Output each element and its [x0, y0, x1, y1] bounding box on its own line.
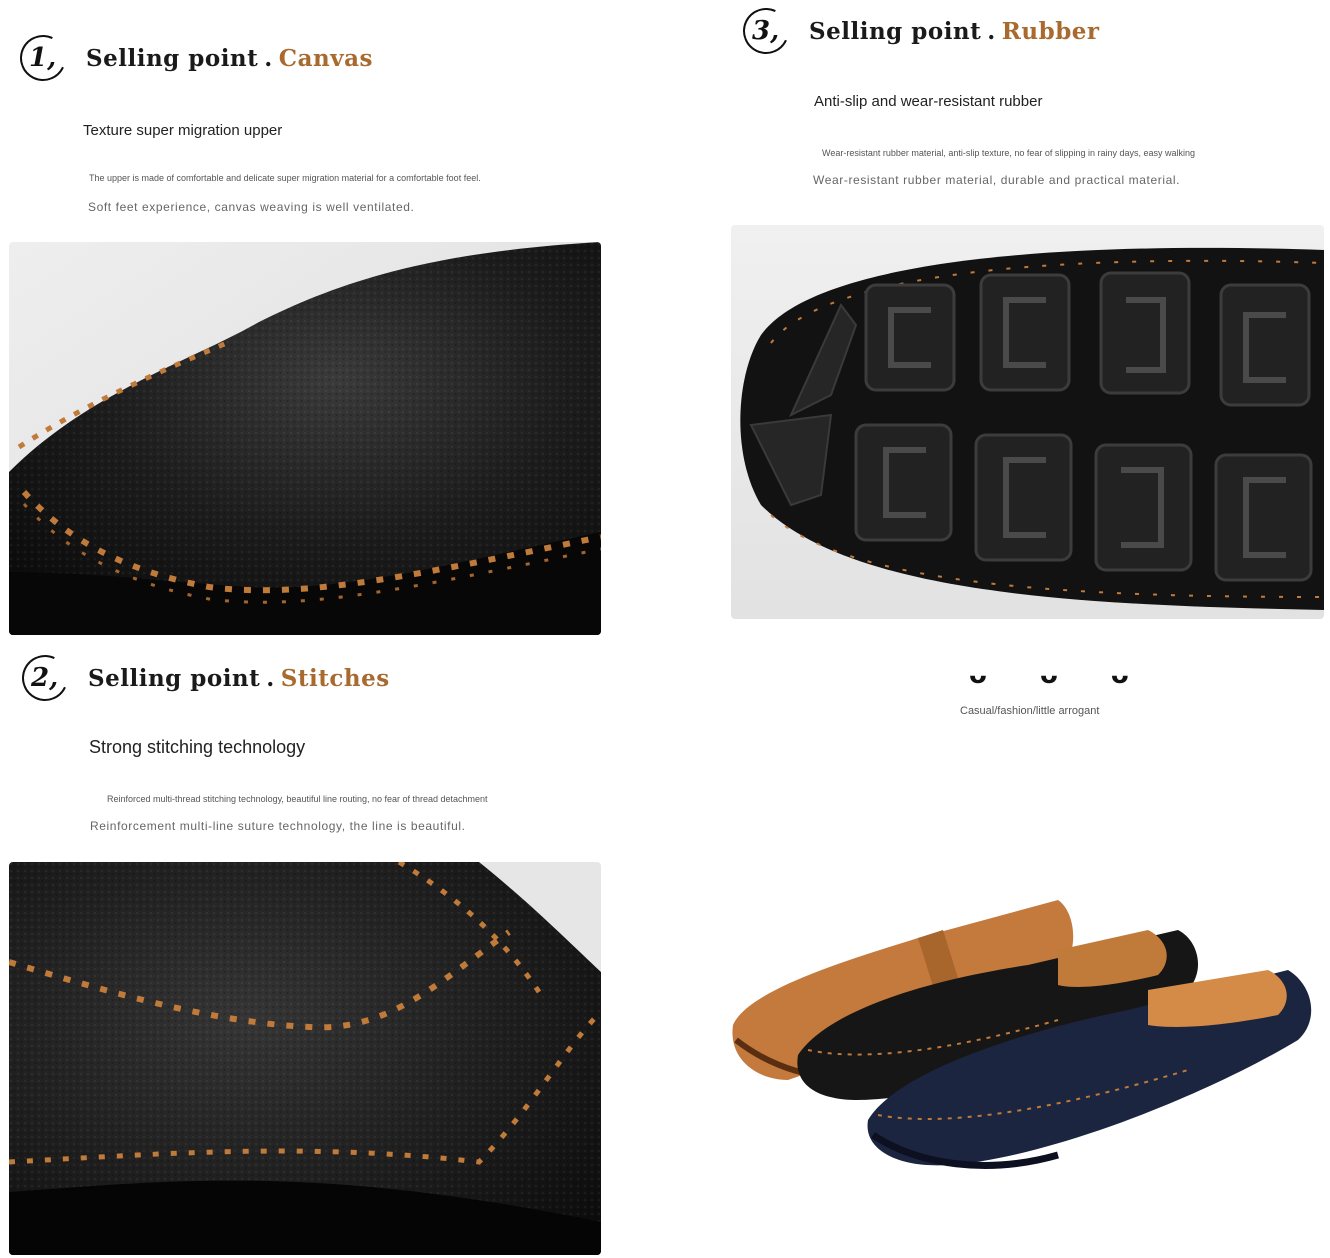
feature-name-stitches: Stitches [280, 664, 390, 692]
number-badge-3: 3, [736, 1, 796, 61]
selling-point-2-title: Selling point. Stitches [88, 664, 390, 692]
selling-point-3-header: 3, Selling point. Rubber [736, 1, 1100, 61]
selling-point-3-desc: Wear-resistant rubber material, durable … [813, 173, 1181, 187]
loafers-product-photo [728, 890, 1325, 1190]
feature-name-rubber: Rubber [1001, 17, 1100, 45]
selling-point-3-desc-small: Wear-resistant rubber material, anti-sli… [822, 148, 1196, 158]
selling-point-1-desc-small: The upper is made of comfortable and del… [89, 173, 481, 183]
rubber-sole-photo [731, 225, 1324, 619]
selling-point-2-desc-small: Reinforced multi-thread stitching techno… [107, 794, 488, 804]
number-badge-2: 2, [15, 648, 75, 708]
selling-point-3-title: Selling point. Rubber [809, 17, 1100, 45]
brand-name-fragment: ˊˊ ᴗ ᴗ ᴗ ᴗ ᴗ ˊˊ [868, 672, 1208, 686]
selling-point-2-desc: Reinforcement multi-line suture technolo… [90, 819, 466, 833]
leather-upper-closeup-photo [9, 242, 601, 635]
feature-name-canvas: Canvas [278, 44, 373, 72]
selling-point-1-header: 1, Selling point. Canvas [13, 28, 373, 88]
selling-point-3-subtitle: Anti-slip and wear-resistant rubber [814, 93, 1043, 110]
stitching-closeup-photo [9, 862, 601, 1255]
selling-point-2-header: 2, Selling point. Stitches [15, 648, 390, 708]
selling-point-1-subtitle: Texture super migration upper [83, 122, 283, 139]
tagline: Casual/fashion/little arrogant [960, 705, 1100, 717]
selling-point-2-subtitle: Strong stitching technology [89, 737, 306, 757]
number-badge-1: 1, [13, 28, 73, 88]
selling-point-1-title: Selling point. Canvas [86, 44, 373, 72]
selling-point-1-desc: Soft feet experience, canvas weaving is … [88, 200, 415, 214]
